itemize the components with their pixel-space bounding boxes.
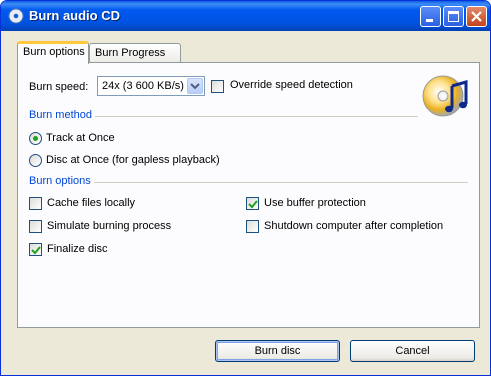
buffer-protection-label: Use buffer protection	[264, 197, 366, 209]
tab-burn-options[interactable]: Burn options	[17, 41, 89, 64]
burn-options-panel: Burn speed: 24x (3 600 KB/s) Override sp…	[17, 62, 480, 328]
window-title: Burn audio CD	[29, 8, 120, 23]
cache-files-label: Cache files locally	[47, 197, 136, 209]
checkmark-icon	[248, 200, 258, 209]
maximize-button[interactable]	[443, 6, 464, 27]
shutdown-checkbox[interactable]	[246, 220, 259, 233]
minimize-button[interactable]	[420, 6, 441, 27]
disc-at-once-radio[interactable]	[29, 154, 42, 167]
simulate-burning-label: Simulate burning process	[47, 220, 172, 232]
cache-files-checkbox[interactable]	[29, 197, 42, 210]
close-icon	[471, 11, 482, 22]
override-speed-checkbox[interactable]	[211, 80, 224, 93]
cancel-button[interactable]: Cancel	[350, 340, 475, 362]
track-at-once-label: Track at Once	[46, 132, 115, 144]
checkmark-icon	[31, 246, 41, 255]
track-at-once-radio[interactable]	[29, 132, 42, 145]
burn-audio-cd-window: Burn audio CD Burn options Burn Progress…	[0, 0, 491, 376]
simulate-burning-checkbox[interactable]	[29, 220, 42, 233]
minimize-icon	[426, 19, 433, 22]
dropdown-arrow[interactable]	[187, 78, 203, 94]
override-speed-label: Override speed detection	[230, 79, 353, 91]
finalize-disc-checkbox[interactable]	[29, 243, 42, 256]
burn-speed-value: 24x (3 600 KB/s)	[102, 80, 184, 92]
burn-disc-button[interactable]: Burn disc	[215, 340, 340, 362]
disc-at-once-label: Disc at Once (for gapless playback)	[46, 154, 220, 166]
cd-icon	[8, 8, 24, 24]
buffer-protection-checkbox[interactable]	[246, 197, 259, 210]
chevron-down-icon	[190, 83, 200, 90]
maximize-icon	[448, 11, 459, 22]
finalize-disc-label: Finalize disc	[47, 243, 108, 255]
burn-speed-label: Burn speed:	[29, 81, 89, 93]
burn-options-title: Burn options	[29, 175, 94, 187]
shutdown-label: Shutdown computer after completion	[264, 220, 444, 232]
title-bar[interactable]: Burn audio CD	[1, 1, 490, 31]
burn-method-title: Burn method	[29, 109, 95, 121]
audio-cd-icon	[422, 75, 468, 117]
burn-options-divider	[29, 182, 468, 183]
tab-burn-progress[interactable]: Burn Progress	[89, 43, 181, 63]
burn-speed-select[interactable]: 24x (3 600 KB/s)	[97, 76, 205, 96]
close-button[interactable]	[466, 6, 487, 27]
